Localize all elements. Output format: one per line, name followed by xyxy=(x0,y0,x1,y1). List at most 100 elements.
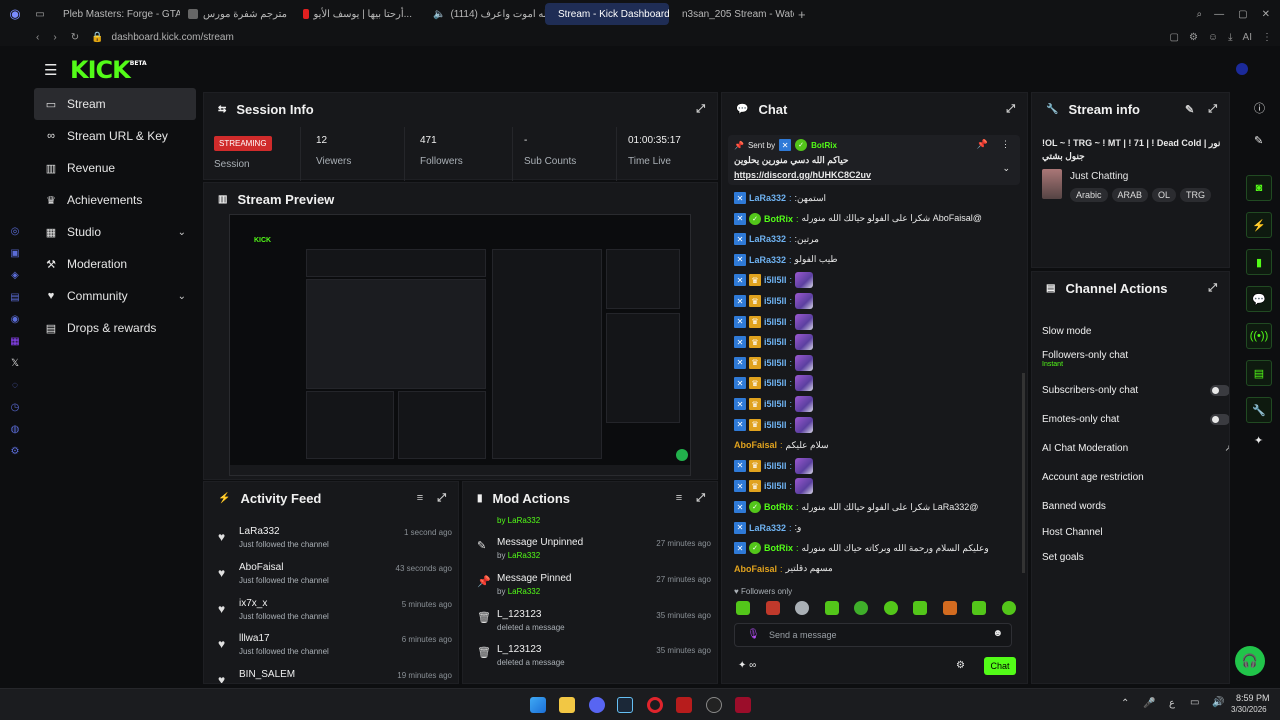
expand-icon[interactable]: ⤢ xyxy=(696,492,705,505)
sidebar-item-studio[interactable]: ▦ Studio ⌄ xyxy=(34,216,196,248)
send-chat-button[interactable]: Chat xyxy=(984,657,1016,675)
tab-0[interactable]: Pleb Masters: Forge - GTA xyxy=(50,3,180,25)
chat-username[interactable]: i5ll5ll xyxy=(764,420,787,430)
browser-more-icon[interactable]: ⋮ xyxy=(1262,32,1272,43)
heart-emote[interactable] xyxy=(795,313,814,330)
sidebar-item-stream-url[interactable]: ∞ Stream URL & Key xyxy=(34,120,196,152)
camera-icon[interactable]: ◙ xyxy=(1246,175,1272,201)
slow-mode-row[interactable]: Slow mode › xyxy=(1042,326,1229,337)
chevron-down-icon[interactable]: ⌄ xyxy=(178,291,186,302)
clock-time[interactable]: 8:59 PM xyxy=(1236,693,1270,703)
ai-icon[interactable]: AI xyxy=(1243,32,1252,43)
account-age-row[interactable]: Account age restriction › xyxy=(1042,472,1229,483)
ai-moderation-row[interactable]: AI Chat Moderation ↗ xyxy=(1042,443,1229,454)
emote-icon[interactable] xyxy=(736,601,750,615)
discord-icon[interactable] xyxy=(589,697,605,713)
emote-icon[interactable] xyxy=(913,601,928,615)
heart-emote[interactable] xyxy=(795,375,814,392)
mod-user[interactable]: LaRa332 xyxy=(508,587,540,596)
expand-icon[interactable]: ⤢ xyxy=(1208,282,1217,295)
browser-menu-icon[interactable]: ◉ xyxy=(0,6,30,22)
chat-username[interactable]: LaRa332 xyxy=(749,234,786,244)
emoji-picker-icon[interactable]: ☻ xyxy=(992,628,1003,639)
activity-user[interactable]: LaRa332 xyxy=(239,526,280,537)
minimize-icon[interactable]: — xyxy=(1214,9,1224,20)
edit-icon[interactable]: ✎ xyxy=(1185,103,1194,116)
chat-username[interactable]: BotRix xyxy=(764,502,793,512)
filter-icon[interactable]: ≡ xyxy=(417,492,423,505)
search-icon[interactable]: ⌕ xyxy=(1197,9,1203,20)
chat-username[interactable]: BotRix xyxy=(764,543,793,553)
settings-icon[interactable]: ⚙ xyxy=(0,440,30,462)
clock-date[interactable]: 3/30/2026 xyxy=(1231,705,1267,714)
emote-icon[interactable] xyxy=(854,601,869,615)
extensions-icon[interactable]: ⚙ xyxy=(1189,32,1198,43)
sidebar-item-drops[interactable]: ▤ Drops & rewards xyxy=(34,312,196,344)
unpin-icon[interactable]: 📌 xyxy=(977,139,988,150)
chat-extras-icon[interactable]: ✦ ∞ xyxy=(738,660,756,671)
chat-username[interactable]: i5ll5ll xyxy=(764,399,787,409)
ext-icon-5[interactable]: ◉ xyxy=(0,308,30,330)
activity-user[interactable]: lllwa17 xyxy=(239,633,270,644)
emote-icon[interactable] xyxy=(942,601,957,615)
sidebar-item-achievements[interactable]: ♛ Achievements xyxy=(34,184,196,216)
chat-settings-icon[interactable]: ⚙ xyxy=(956,660,965,671)
activity-user[interactable]: ix7x_x xyxy=(239,598,267,609)
chat-username[interactable]: i5ll5ll xyxy=(764,481,787,491)
expand-icon[interactable]: ⤢ xyxy=(1006,103,1015,116)
sidebar-item-revenue[interactable]: ▥ Revenue xyxy=(34,152,196,184)
subscribers-only-toggle[interactable] xyxy=(1210,385,1229,396)
bolt-icon[interactable]: ⚡ xyxy=(1246,212,1272,238)
set-goals-row[interactable]: Set goals › xyxy=(1042,552,1229,563)
collapse-chevron-icon[interactable]: ⌄ xyxy=(1002,163,1010,174)
mic-icon[interactable]: 🎙 xyxy=(747,629,760,640)
chat-username[interactable]: LaRa332 xyxy=(749,523,786,533)
kick-logo[interactable]: KICKBETA xyxy=(70,56,147,84)
tab-3[interactable]: 🔈 (1114) شيله اموت واعرف... xyxy=(420,3,545,25)
expand-icon[interactable]: ⤢ xyxy=(696,103,705,116)
tray-chevron-icon[interactable]: ⌃ xyxy=(1121,698,1129,709)
app-icon-a[interactable] xyxy=(735,697,751,713)
activity-user[interactable]: AboFaisal xyxy=(239,562,283,573)
followers-only-row[interactable]: Followers-only chatInstant › xyxy=(1042,350,1229,368)
mod-action-name[interactable]: L_123123 xyxy=(497,609,542,620)
chat-username[interactable]: i5ll5ll xyxy=(764,378,787,388)
close-icon[interactable]: ✕ xyxy=(1262,9,1270,20)
heart-emote[interactable] xyxy=(795,293,814,309)
broadcast-icon[interactable]: ((•)) xyxy=(1246,323,1272,349)
forward-icon[interactable]: › xyxy=(53,32,56,43)
heart-emote[interactable] xyxy=(795,416,814,433)
emote-icon[interactable] xyxy=(795,601,810,615)
maximize-icon[interactable]: ▢ xyxy=(1238,9,1247,20)
chat-username[interactable]: i5ll5ll xyxy=(764,461,787,471)
back-icon[interactable]: ‹ xyxy=(36,32,39,43)
ext-icon-3[interactable]: ◈ xyxy=(0,264,30,286)
emote-icon[interactable] xyxy=(765,601,780,615)
ext-icon-6[interactable]: ◌ xyxy=(0,374,30,396)
sidebar-item-community[interactable]: ♥ Community ⌄ xyxy=(34,280,196,312)
chat-username[interactable]: i5ll5ll xyxy=(764,337,787,347)
chat-username[interactable]: BotRix xyxy=(764,214,793,224)
emote-icon[interactable] xyxy=(824,601,839,615)
history-icon[interactable]: ◷ xyxy=(0,396,30,418)
ext-icon-1[interactable]: ◎ xyxy=(0,220,30,242)
heart-emote[interactable] xyxy=(795,354,814,371)
chat-input-box[interactable]: 🎙 Send a message ☻ xyxy=(734,623,1012,647)
emote-icon[interactable] xyxy=(883,601,898,615)
app-icon-red[interactable] xyxy=(676,697,692,713)
user-avatar[interactable] xyxy=(1236,63,1248,75)
heart-emote[interactable] xyxy=(795,396,814,412)
heart-emote[interactable] xyxy=(795,457,814,474)
reload-icon[interactable]: ↻ xyxy=(71,32,79,43)
support-chat-button[interactable]: 🎧 xyxy=(1235,646,1265,676)
document-icon[interactable]: ▮ xyxy=(1246,249,1272,275)
chat-username[interactable]: i5ll5ll xyxy=(764,296,787,306)
pinned-link[interactable]: https://discord.gg/hUHKC8C2uv xyxy=(734,170,871,180)
download-icon[interactable]: ⤓ xyxy=(1228,32,1232,43)
host-channel-row[interactable]: Host Channel xyxy=(1042,527,1222,538)
steam-icon[interactable] xyxy=(617,697,633,713)
speaker-icon[interactable]: 🔈 xyxy=(433,9,445,20)
activity-user[interactable]: BIN_SALEM xyxy=(239,669,295,680)
opera-icon[interactable] xyxy=(647,697,663,713)
chat-bubble-icon[interactable]: 💬 xyxy=(1246,286,1272,312)
